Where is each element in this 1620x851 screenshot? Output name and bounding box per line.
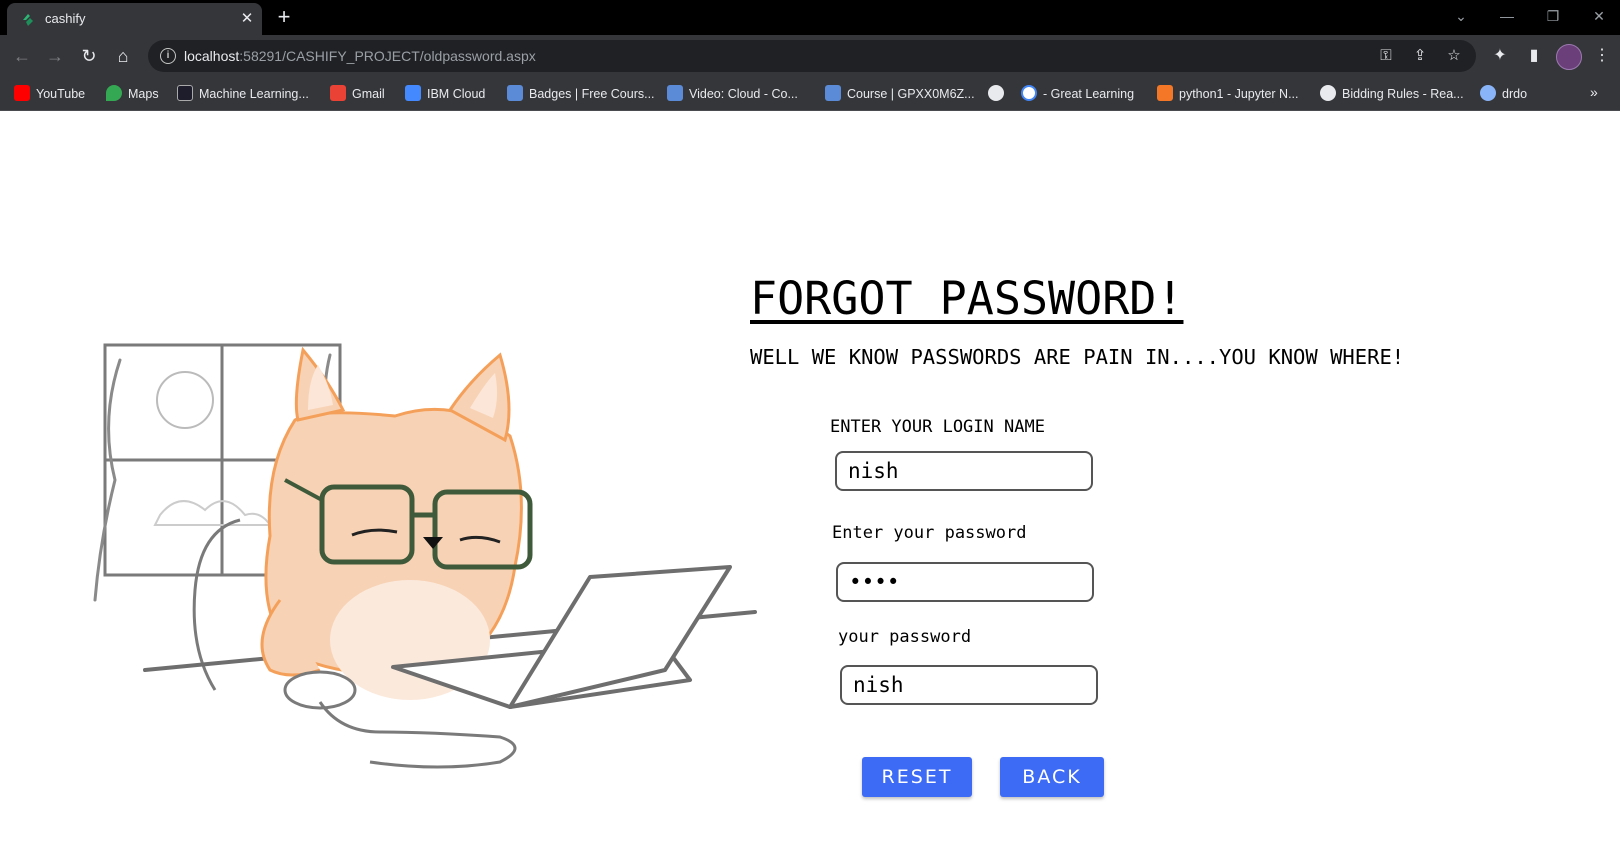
page-title: FORGOT PASSWORD! bbox=[750, 272, 1184, 325]
reload-icon[interactable]: ↻ bbox=[77, 44, 101, 68]
globe-icon bbox=[988, 85, 1004, 101]
site-info-icon[interactable]: i bbox=[160, 48, 176, 64]
back-button[interactable]: BACK bbox=[1000, 757, 1104, 797]
globe-icon bbox=[1320, 85, 1336, 101]
bookmark-label: Bidding Rules - Rea... bbox=[1342, 87, 1464, 101]
address-url[interactable]: localhost:58291/CASHIFY_PROJECT/oldpassw… bbox=[184, 48, 536, 64]
ai-icon bbox=[177, 85, 193, 101]
bookmark-drdo[interactable]: drdo bbox=[1480, 85, 1527, 103]
bookmark-label: IBM Cloud bbox=[427, 87, 486, 101]
browser-tab[interactable]: cashify ✕ bbox=[7, 3, 262, 35]
url-path: :58291/CASHIFY_PROJECT/oldpassword.aspx bbox=[239, 48, 536, 64]
bookmark-label: YouTube bbox=[36, 87, 86, 101]
bookmarks-overflow-icon[interactable]: » bbox=[1590, 84, 1598, 100]
tab-title: cashify bbox=[45, 11, 86, 26]
new-tab-button[interactable]: + bbox=[272, 5, 296, 29]
bookmark-star-icon[interactable]: ☆ bbox=[1444, 46, 1464, 66]
bookmark-youtube[interactable]: YouTube bbox=[14, 85, 85, 103]
bookmark-label: Course | GPXX0M6Z... bbox=[847, 87, 975, 101]
password-input[interactable] bbox=[836, 562, 1094, 602]
address-bar[interactable]: i localhost:58291/CASHIFY_PROJECT/oldpas… bbox=[148, 40, 1476, 72]
youtube-icon bbox=[14, 85, 30, 101]
bookmark-label: Gmail bbox=[352, 87, 385, 101]
login-name-input[interactable] bbox=[835, 451, 1093, 491]
bookmarks-bar: YouTube Maps Machine Learning... Gmail I… bbox=[0, 77, 1620, 111]
home-icon[interactable]: ⌂ bbox=[111, 44, 135, 68]
bookmark-bidding-rules[interactable]: Bidding Rules - Rea... bbox=[1320, 85, 1464, 103]
maps-icon bbox=[106, 85, 122, 101]
reset-button[interactable]: RESET bbox=[862, 757, 972, 797]
url-host: localhost bbox=[184, 48, 240, 64]
bookmark-great-learning[interactable]: - Great Learning bbox=[1021, 85, 1134, 103]
cat-illustration bbox=[260, 346, 533, 700]
browser-toolbar: ← → ↻ ⌂ i localhost:58291/CASHIFY_PROJEC… bbox=[0, 35, 1620, 77]
tab-close-icon[interactable]: ✕ bbox=[237, 9, 257, 29]
bookmark-video-cloud[interactable]: Video: Cloud - Co... bbox=[667, 85, 798, 103]
bookmark-gmail[interactable]: Gmail bbox=[330, 85, 385, 103]
bookmark-course[interactable]: Course | GPXX0M6Z... bbox=[825, 85, 975, 103]
bookmark-badges[interactable]: Badges | Free Cours... bbox=[507, 85, 655, 103]
google-icon bbox=[1021, 85, 1037, 101]
bookmark-ibm-cloud[interactable]: IBM Cloud bbox=[405, 85, 485, 103]
bookmark-machine-learning[interactable]: Machine Learning... bbox=[177, 85, 309, 103]
page-subtitle: WELL WE KNOW PASSWORDS ARE PAIN IN....YO… bbox=[750, 345, 1405, 369]
confirm-password-input[interactable] bbox=[840, 665, 1098, 705]
bookmark-label: Maps bbox=[128, 87, 159, 101]
ibm-cloud-icon bbox=[405, 85, 421, 101]
login-name-label: ENTER YOUR LOGIN NAME bbox=[830, 417, 1045, 437]
cognitive-class-icon bbox=[825, 85, 841, 101]
drdo-icon bbox=[1480, 85, 1496, 101]
forward-arrow-icon[interactable]: → bbox=[43, 44, 67, 68]
bookmark-label: drdo bbox=[1502, 87, 1528, 101]
minimize-window-icon[interactable]: — bbox=[1494, 4, 1520, 28]
bookmark-label: Video: Cloud - Co... bbox=[689, 87, 798, 101]
cashify-favicon-icon bbox=[23, 14, 33, 26]
password-label: Enter your password bbox=[832, 523, 1027, 543]
password-key-icon[interactable]: ⚿ bbox=[1376, 46, 1396, 66]
extensions-puzzle-icon[interactable]: ✦ bbox=[1488, 44, 1512, 68]
cognitive-class-icon bbox=[507, 85, 523, 101]
bookmark-label: Badges | Free Cours... bbox=[529, 87, 655, 101]
confirm-password-label: your password bbox=[838, 627, 972, 647]
bookmark-label: python1 - Jupyter N... bbox=[1179, 87, 1299, 101]
tab-search-icon[interactable]: ⌄ bbox=[1448, 4, 1474, 28]
cat-laptop-illustration bbox=[93, 343, 757, 769]
bookmark-globe[interactable] bbox=[988, 85, 1010, 103]
bookmark-label: Machine Learning... bbox=[199, 87, 309, 101]
profile-avatar[interactable] bbox=[1556, 44, 1582, 70]
restore-window-icon[interactable]: ❐ bbox=[1540, 4, 1566, 28]
cognitive-class-icon bbox=[667, 85, 683, 101]
bookmark-jupyter[interactable]: python1 - Jupyter N... bbox=[1157, 85, 1299, 103]
bookmark-maps[interactable]: Maps bbox=[106, 85, 159, 103]
bookmark-label: - Great Learning bbox=[1043, 87, 1135, 101]
side-panel-icon[interactable]: ▮ bbox=[1522, 44, 1546, 68]
jupyter-icon bbox=[1157, 85, 1173, 101]
browser-tab-strip: cashify ✕ + ⌄ — ❐ ✕ bbox=[0, 0, 1620, 35]
back-arrow-icon[interactable]: ← bbox=[10, 44, 34, 68]
gmail-icon bbox=[330, 85, 346, 101]
share-icon[interactable]: ⇪ bbox=[1410, 46, 1430, 66]
menu-kebab-icon[interactable]: ⋮ bbox=[1590, 44, 1614, 68]
close-window-icon[interactable]: ✕ bbox=[1586, 4, 1612, 28]
